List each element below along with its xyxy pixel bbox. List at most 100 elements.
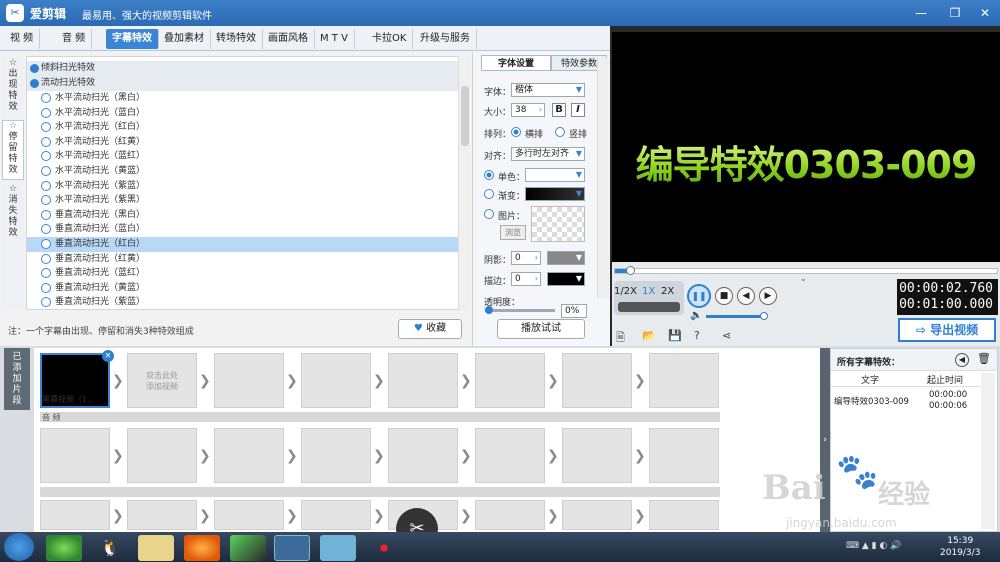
add-video-slot[interactable]: 双击此处 添加视频 bbox=[127, 353, 197, 408]
trash-icon[interactable]: 🗑 bbox=[977, 352, 991, 365]
gradient-radio[interactable] bbox=[484, 189, 494, 199]
empty-clip-slot[interactable] bbox=[40, 500, 110, 530]
empty-clip-slot[interactable] bbox=[475, 428, 545, 483]
tab-karaoke[interactable]: 卡拉OK bbox=[366, 29, 414, 49]
empty-clip-slot[interactable] bbox=[127, 428, 197, 483]
pause-button[interactable]: ❚❚ bbox=[687, 284, 711, 308]
effect-item[interactable]: 水平流动扫光（紫蓝） bbox=[27, 179, 459, 194]
save-icon[interactable]: 💾 bbox=[668, 329, 682, 342]
tab-subtitle-effects[interactable]: 字幕特效 bbox=[106, 29, 159, 49]
image-radio[interactable] bbox=[484, 209, 494, 219]
close-icon[interactable]: ✕ bbox=[974, 3, 996, 23]
panel-scrollbar[interactable] bbox=[981, 373, 995, 529]
app-icon-green[interactable] bbox=[46, 535, 82, 561]
effect-item[interactable]: 垂直流动扫光（黄蓝） bbox=[27, 281, 459, 296]
effect-radio[interactable] bbox=[41, 166, 51, 176]
effect-item[interactable]: 垂直流动扫光（红白） bbox=[27, 237, 459, 252]
empty-clip-slot[interactable] bbox=[127, 500, 197, 530]
folder-icon[interactable] bbox=[138, 535, 174, 561]
effect-radio[interactable] bbox=[41, 239, 51, 249]
solid-color-radio[interactable] bbox=[484, 170, 494, 180]
empty-clip-slot[interactable] bbox=[562, 428, 632, 483]
stroke-stepper[interactable]: 0 › bbox=[511, 272, 541, 286]
empty-clip-slot[interactable] bbox=[475, 500, 545, 530]
opacity-slider[interactable] bbox=[485, 309, 555, 312]
aijianji-taskbar-icon[interactable] bbox=[274, 535, 310, 561]
empty-clip-slot[interactable] bbox=[388, 353, 458, 408]
effect-radio[interactable] bbox=[41, 282, 51, 293]
notepad-icon[interactable] bbox=[320, 535, 356, 561]
empty-clip-slot[interactable] bbox=[214, 428, 284, 483]
effect-radio[interactable] bbox=[41, 253, 51, 264]
effect-item[interactable]: 垂直流动扫光（蓝红） bbox=[27, 266, 459, 281]
effect-radio[interactable] bbox=[41, 195, 51, 206]
tab-upgrade[interactable]: 升级与服务 bbox=[414, 29, 477, 49]
subtitle-row-text[interactable]: 编导特效0303-009 bbox=[834, 395, 909, 407]
effect-radio[interactable] bbox=[41, 136, 51, 147]
empty-clip-slot[interactable] bbox=[214, 353, 284, 408]
font-select[interactable]: 楷体 ▼ bbox=[511, 83, 585, 97]
tab-mtv[interactable]: M T V bbox=[314, 29, 355, 49]
effect-list-scrollbar[interactable] bbox=[458, 56, 470, 310]
back-icon[interactable]: ◀ bbox=[955, 353, 969, 367]
stroke-color-picker[interactable]: ▼ bbox=[547, 272, 585, 286]
seek-handle[interactable] bbox=[626, 266, 635, 275]
horizontal-radio[interactable] bbox=[511, 127, 521, 137]
empty-clip-slot[interactable] bbox=[649, 500, 719, 530]
empty-clip-slot[interactable] bbox=[40, 428, 110, 483]
empty-clip-slot[interactable] bbox=[649, 353, 719, 408]
collect-button[interactable]: ♥ 收藏 bbox=[398, 319, 462, 339]
effect-radio[interactable] bbox=[41, 297, 51, 308]
previous-frame-button[interactable]: ◀ bbox=[737, 287, 755, 305]
effect-item[interactable]: 水平流动扫光（蓝红） bbox=[27, 149, 459, 164]
effect-item[interactable]: 水平流动扫光（红白） bbox=[27, 120, 459, 135]
opacity-value[interactable]: 0% bbox=[561, 304, 587, 318]
effect-item[interactable]: 水平流动扫光（紫黑） bbox=[27, 193, 459, 208]
play-test-button[interactable]: 播放试试 bbox=[497, 319, 585, 339]
opacity-slider-handle[interactable] bbox=[485, 306, 493, 314]
size-stepper[interactable]: 38 › bbox=[511, 103, 545, 117]
effect-item[interactable]: 水平流动扫光（黄蓝） bbox=[27, 164, 459, 179]
chevron-down-icon[interactable]: ⌄ bbox=[800, 274, 807, 283]
speed-1x[interactable]: 1X bbox=[642, 286, 655, 297]
shadow-stepper[interactable]: 0 › bbox=[511, 251, 541, 265]
record-icon[interactable]: ⏺ bbox=[366, 535, 402, 561]
empty-clip-slot[interactable] bbox=[301, 500, 371, 530]
shadow-color-picker[interactable]: ▼ bbox=[547, 251, 585, 265]
solid-color-picker[interactable]: ▼ bbox=[525, 168, 585, 182]
help-icon[interactable]: ? bbox=[694, 329, 700, 342]
vertical-radio[interactable] bbox=[555, 127, 565, 137]
qq-icon[interactable]: 🐧 bbox=[92, 535, 128, 561]
effect-item[interactable]: 水平流动扫光（蓝白） bbox=[27, 106, 459, 121]
tab-transition[interactable]: 转场特效 bbox=[210, 29, 263, 49]
empty-clip-slot[interactable] bbox=[214, 500, 284, 530]
empty-clip-slot[interactable] bbox=[388, 428, 458, 483]
italic-button[interactable]: I bbox=[571, 103, 585, 117]
empty-clip-slot[interactable] bbox=[301, 428, 371, 483]
stop-button[interactable]: ■ bbox=[715, 287, 733, 305]
firefox-icon[interactable] bbox=[184, 535, 220, 561]
effect-item[interactable]: 垂直流动扫光（黑白） bbox=[27, 208, 459, 223]
side-tab-disappear[interactable]: ☆ 消失特效 bbox=[2, 184, 24, 244]
effect-radio[interactable] bbox=[41, 209, 51, 220]
effect-radio[interactable] bbox=[41, 151, 51, 162]
tab-style[interactable]: 画面风格 bbox=[262, 29, 315, 49]
effect-radio[interactable] bbox=[41, 122, 51, 133]
tab-video[interactable]: 视 频 bbox=[4, 29, 41, 49]
effect-item[interactable]: 垂直流动扫光（紫蓝） bbox=[27, 295, 459, 309]
volume-slider[interactable] bbox=[706, 315, 766, 318]
browse-button[interactable]: 浏览 bbox=[500, 225, 526, 240]
jog-wheel[interactable] bbox=[618, 302, 680, 312]
maximize-icon[interactable]: ❐ bbox=[944, 3, 966, 23]
effect-radio[interactable] bbox=[41, 180, 51, 191]
scrollbar-thumb[interactable] bbox=[461, 86, 469, 146]
effect-item[interactable]: 水平流动扫光（红黄） bbox=[27, 135, 459, 150]
tab-audio[interactable]: 音 频 bbox=[56, 29, 93, 49]
effect-radio[interactable] bbox=[41, 268, 51, 279]
tray-icons[interactable]: ⌨ ▲ ▮ ◐ 🔊 bbox=[846, 541, 901, 551]
empty-clip-slot[interactable] bbox=[649, 428, 719, 483]
next-frame-button[interactable]: ▶ bbox=[759, 287, 777, 305]
gradient-picker[interactable]: ▼ bbox=[525, 187, 585, 201]
empty-clip-slot[interactable] bbox=[562, 500, 632, 530]
category-tilt-sweep[interactable]: 倾斜扫光特效 bbox=[27, 61, 459, 76]
